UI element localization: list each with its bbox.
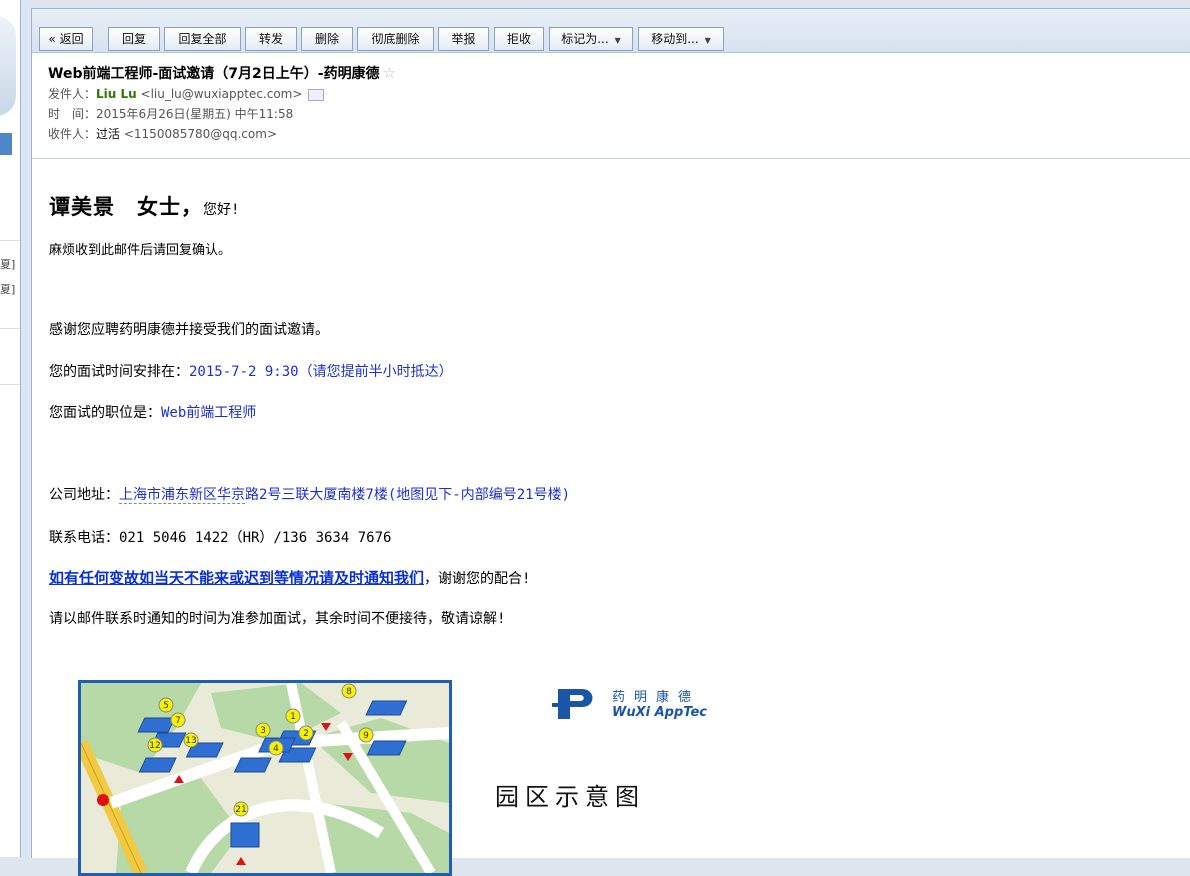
to-address: <1150085780@qq.com> xyxy=(123,127,277,141)
map-pin-13: 13 xyxy=(185,736,196,746)
notify-link[interactable]: 如有任何变故如当天不能来或迟到等情况请及时通知我们 xyxy=(49,569,424,587)
to-label: 收件人： xyxy=(48,127,97,141)
company-logo: 药明康德 WuXi AppTec xyxy=(552,683,707,727)
recipient-name: 谭美景 女士， xyxy=(49,195,203,219)
notify-suffix: ，谢谢您的配合! xyxy=(424,571,531,587)
sidebar-fragment-2[interactable]: 夏] xyxy=(0,281,15,297)
sidebar-divider xyxy=(0,328,20,329)
map-pin-5: 5 xyxy=(163,701,169,711)
interview-time-value: 2015-7-2 9:30（请您提前半小时抵达） xyxy=(189,364,453,380)
report-button[interactable]: 举报 xyxy=(438,27,489,51)
map-pin-2: 2 xyxy=(303,729,309,739)
back-button[interactable]: « 返回 xyxy=(39,27,93,51)
position-label: 您面试的职位是： xyxy=(49,405,161,421)
mail-toolbar: « 返回 回复 回复全部 转发 删除 彻底删除 举报 拒收 标记为... ▼ 移动… xyxy=(32,9,1190,53)
map-caption: 园区示意图 xyxy=(495,783,645,811)
forward-button[interactable]: 转发 xyxy=(245,27,297,51)
address-value: 路2号三联大厦南楼7楼(地图见下-内部编号21号楼) xyxy=(245,487,570,503)
address-line: 公司地址：上海市浦东新区华京路2号三联大厦南楼7楼(地图见下-内部编号21号楼) xyxy=(49,484,570,504)
confirm-request: 麻烦收到此邮件后请回复确认。 xyxy=(49,243,232,258)
map-pin-12: 12 xyxy=(149,741,160,751)
greeting-text: 您好! xyxy=(203,202,240,218)
thanks-line: 感谢您应聘药明康德并接受我们的面试邀请。 xyxy=(49,322,329,338)
splitter[interactable] xyxy=(21,0,31,857)
reply-button[interactable]: 回复 xyxy=(108,27,160,51)
from-name[interactable]: Liu Lu xyxy=(96,87,137,101)
map-pin-9: 9 xyxy=(363,731,369,741)
sidebar-strip: 夏] 夏] xyxy=(0,0,21,857)
position-value: Web前端工程师 xyxy=(161,405,257,421)
sidebar-avatar-fragment xyxy=(0,16,16,116)
map-pin-1: 1 xyxy=(290,712,296,722)
subject-text: Web前端工程师-面试邀请（7月2日上午）-药明康德 xyxy=(48,66,380,82)
chevron-down-icon: ▼ xyxy=(704,36,711,45)
wuxi-apptec-logo-icon xyxy=(552,689,593,719)
sidebar-divider xyxy=(0,384,20,385)
from-label: 发件人： xyxy=(48,87,97,101)
delete-permanently-button[interactable]: 彻底删除 xyxy=(357,27,434,51)
address-value-highlight[interactable]: 上海市浦东新区华京 xyxy=(119,487,245,504)
sidebar-divider xyxy=(0,240,20,241)
notify-line: 如有任何变故如当天不能来或迟到等情况请及时通知我们，谢谢您的配合! xyxy=(49,567,530,588)
address-label: 公司地址： xyxy=(49,487,119,503)
reply-all-button[interactable]: 回复全部 xyxy=(164,27,241,51)
move-to-dropdown[interactable]: 移动到... ▼ xyxy=(638,27,724,51)
map-pin-8: 8 xyxy=(346,687,352,697)
from-address: <liu_lu@wuxiapptec.com> xyxy=(140,87,303,101)
greeting: 谭美景 女士，您好! xyxy=(49,191,239,221)
delete-button[interactable]: 删除 xyxy=(301,27,353,51)
map-pin-7: 7 xyxy=(175,716,181,726)
move-to-label: 移动到... xyxy=(651,32,699,46)
contact-card-icon[interactable] xyxy=(308,88,325,101)
logo-cn-text: 药明康德 xyxy=(612,690,701,705)
time-row: 时 间：2015年6月26日(星期五) 中午11:58 xyxy=(48,104,1175,124)
mail-subject: Web前端工程师-面试邀请（7月2日上午）-药明康德 ☆ xyxy=(48,63,1175,84)
chevron-down-icon: ▼ xyxy=(614,36,621,45)
from-row: 发件人：Liu Lu <liu_lu@wuxiapptec.com> xyxy=(48,84,1175,104)
phone-line: 联系电话：021 5046 1422（HR）/136 3634 7676 xyxy=(49,530,392,546)
sidebar-fragment-1[interactable]: 夏] xyxy=(0,256,15,272)
interview-time-label: 您的面试时间安排在： xyxy=(49,364,189,380)
reject-button[interactable]: 拒收 xyxy=(494,27,544,51)
logo-en-text: WuXi AppTec xyxy=(612,705,707,720)
campus-map: 5 7 12 13 3 4 1 2 8 9 21 xyxy=(81,683,449,873)
time-value: 2015年6月26日(星期五) 中午11:58 xyxy=(96,107,294,121)
map-pin-21: 21 xyxy=(235,805,246,815)
campus-map-image: 5 7 12 13 3 4 1 2 8 9 21 xyxy=(78,680,452,876)
map-pin-3: 3 xyxy=(260,726,266,736)
mail-reader: « 返回 回复 回复全部 转发 删除 彻底删除 举报 拒收 标记为... ▼ 移动… xyxy=(31,8,1190,876)
to-row: 收件人：过活 <1150085780@qq.com> xyxy=(48,124,1175,144)
to-name[interactable]: 过活 xyxy=(96,127,120,141)
schedule-note: 请以邮件联系时通知的时间为准参加面试，其余时间不便接待，敬请谅解! xyxy=(49,611,506,627)
time-label: 时 间： xyxy=(48,107,97,121)
star-icon[interactable]: ☆ xyxy=(383,64,396,82)
sidebar-selected-item[interactable] xyxy=(0,133,12,155)
mark-as-dropdown[interactable]: 标记为... ▼ xyxy=(549,27,633,51)
mail-header: Web前端工程师-面试邀请（7月2日上午）-药明康德 ☆ 发件人：Liu Lu <… xyxy=(32,53,1190,159)
mark-as-label: 标记为... xyxy=(561,32,609,46)
position-line: 您面试的职位是：Web前端工程师 xyxy=(49,402,256,422)
map-pin-4: 4 xyxy=(273,744,279,754)
interview-time-line: 您的面试时间安排在：2015-7-2 9:30（请您提前半小时抵达） xyxy=(49,361,453,381)
